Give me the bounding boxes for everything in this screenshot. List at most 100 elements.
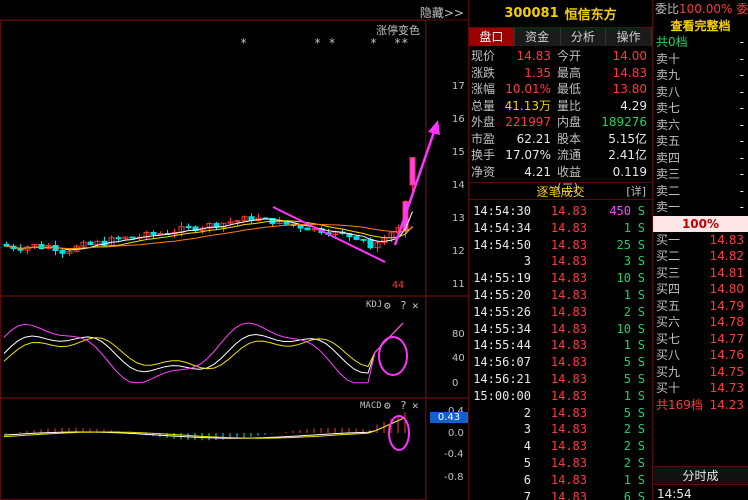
quote-value: 0.119 bbox=[612, 164, 647, 179]
close-icon[interactable]: ✕ bbox=[412, 299, 419, 312]
quote-value: 14.83 bbox=[612, 65, 647, 80]
sell-level-row[interactable]: 卖八 - bbox=[653, 84, 748, 101]
buy-level-row[interactable]: 买十 14.73 bbox=[653, 380, 748, 397]
buy-total-label: 共169档 bbox=[656, 397, 703, 412]
quote-value: 4.29 bbox=[620, 98, 647, 113]
sell-level-row[interactable]: 卖一 - bbox=[653, 199, 748, 216]
order-ratio-row: 委比 100.00% 委 bbox=[653, 0, 748, 18]
quote-label: 市盈 bbox=[471, 131, 496, 146]
buy-level-row[interactable]: 买五 14.79 bbox=[653, 298, 748, 315]
sell-level-row[interactable]: 卖三 - bbox=[653, 166, 748, 183]
trade-row: 14:54:50 14.83 25 S bbox=[469, 237, 652, 254]
trade-row: 14:55:34 14.83 10 S bbox=[469, 321, 652, 338]
buy-level-row[interactable]: 买六 14.78 bbox=[653, 314, 748, 331]
candle-body bbox=[87, 241, 94, 246]
trade-row: 14:55:19 14.83 10 S bbox=[469, 270, 652, 287]
sell-level-row[interactable]: 卖七 - bbox=[653, 100, 748, 117]
trade-side: S bbox=[637, 287, 645, 302]
trade-time: 5 bbox=[523, 455, 531, 470]
trade-price: 14.83 bbox=[550, 220, 587, 235]
trade-side: S bbox=[637, 304, 645, 319]
trade-price: 14.83 bbox=[550, 355, 587, 370]
time-sales-tab[interactable]: 分时成 bbox=[653, 466, 748, 484]
sell-level-row[interactable]: 卖九 - bbox=[653, 67, 748, 84]
tab-operation[interactable]: 操作 bbox=[606, 28, 652, 46]
signal-star: * * bbox=[314, 36, 336, 50]
buy-level-row[interactable]: 买四 14.80 bbox=[653, 281, 748, 298]
buy-level-price: 14.79 bbox=[709, 298, 744, 313]
trade-row: 6 14.83 1 S bbox=[469, 472, 652, 489]
trade-price: 14.83 bbox=[550, 439, 587, 454]
full-depth-button[interactable]: 查看完整档 bbox=[653, 18, 748, 34]
signal-star: ** bbox=[394, 36, 409, 50]
quote-value: 14.83 bbox=[516, 49, 551, 63]
tab-analysis[interactable]: 分析 bbox=[560, 28, 607, 46]
sell-level-price: - bbox=[739, 84, 744, 99]
trades-detail-link[interactable]: [详] bbox=[626, 183, 646, 201]
kline-chart-canvas[interactable] bbox=[0, 0, 468, 500]
tab-orderbook[interactable]: 盘口 bbox=[469, 28, 515, 46]
quote-row: 市盈 62.21 股本 5.15亿 bbox=[471, 131, 650, 148]
trade-row: 14:55:20 14.83 1 S bbox=[469, 287, 652, 304]
quote-value: 10.01% bbox=[505, 82, 551, 96]
candle-body bbox=[115, 237, 122, 240]
close-icon[interactable]: ✕ bbox=[412, 399, 419, 412]
trade-volume: 1 bbox=[623, 287, 631, 302]
trade-row: 14:55:44 14.83 1 S bbox=[469, 337, 652, 354]
buy-level-label: 买六 bbox=[656, 315, 681, 329]
buy-level-row[interactable]: 买二 14.82 bbox=[653, 248, 748, 265]
trade-row: 4 14.83 2 S bbox=[469, 438, 652, 455]
hide-panel-button[interactable]: 隐藏>> bbox=[420, 4, 464, 21]
sell-total-label: 共0档 bbox=[656, 35, 688, 49]
sell-level-row[interactable]: 卖十 - bbox=[653, 51, 748, 68]
buy-level-row[interactable]: 买七 14.77 bbox=[653, 331, 748, 348]
candle-body bbox=[409, 157, 416, 186]
buy-level-row[interactable]: 买三 14.81 bbox=[653, 265, 748, 282]
sell-level-price: - bbox=[739, 150, 744, 165]
trade-row: 3 14.83 2 S bbox=[469, 421, 652, 438]
sell-level-row[interactable]: 卖六 - bbox=[653, 117, 748, 134]
kline-chart-area[interactable]: 隐藏>> 涨停变色 * * * * ** 17 16 15 14 13 12 1… bbox=[0, 0, 468, 500]
trade-price: 14.83 bbox=[550, 304, 587, 319]
buy-level-price: 14.77 bbox=[709, 331, 744, 346]
quote-label: 流通 bbox=[557, 148, 582, 162]
buy-level-row[interactable]: 买八 14.76 bbox=[653, 347, 748, 364]
quote-table: 现价 14.83 今开 14.00 涨跌 1.35 最高 14.83 涨幅 10.01% 最低 13.… bbox=[469, 46, 652, 195]
sell-level-price: - bbox=[739, 117, 744, 132]
trades-header: 逐笔成交 [详] bbox=[469, 182, 652, 200]
gear-icon[interactable]: ⚙ bbox=[384, 299, 391, 312]
buy-total-row: 共169档 14.23 bbox=[653, 397, 748, 414]
trade-time: 14:55:44 bbox=[473, 338, 531, 353]
buy-level-price: 14.83 bbox=[709, 232, 744, 247]
buy-level-row[interactable]: 买一 14.83 bbox=[653, 232, 748, 249]
help-icon[interactable]: ? bbox=[400, 299, 407, 312]
sell-level-label: 卖一 bbox=[656, 200, 681, 214]
buy-level-price: 14.81 bbox=[709, 265, 744, 280]
trade-volume: 2 bbox=[623, 422, 631, 437]
trade-time: 3 bbox=[523, 254, 531, 269]
stock-code: 300081 bbox=[504, 6, 559, 21]
trade-row: 14:56:21 14.83 5 S bbox=[469, 371, 652, 388]
quote-label: 今开 bbox=[557, 49, 582, 63]
trade-row: 7 14.83 6 S bbox=[469, 489, 652, 500]
gear-icon[interactable]: ⚙ bbox=[384, 399, 391, 412]
kdj-label: KDJ bbox=[366, 300, 383, 310]
trade-volume: 2 bbox=[623, 455, 631, 470]
trade-side: S bbox=[637, 439, 645, 454]
signal-star: * bbox=[370, 36, 378, 50]
trade-volume: 6 bbox=[623, 489, 631, 500]
trade-time: 6 bbox=[523, 472, 531, 487]
sell-level-row[interactable]: 卖四 - bbox=[653, 150, 748, 167]
macd-dea-line bbox=[3, 417, 404, 439]
buy-level-row[interactable]: 买九 14.75 bbox=[653, 364, 748, 381]
sell-level-row[interactable]: 卖五 - bbox=[653, 133, 748, 150]
buy-level-price: 14.73 bbox=[709, 381, 744, 395]
trade-volume: 10 bbox=[616, 321, 631, 336]
help-icon[interactable]: ? bbox=[400, 399, 407, 412]
trade-time: 14:56:07 bbox=[473, 355, 531, 370]
sell-level-row[interactable]: 卖二 - bbox=[653, 183, 748, 200]
tab-funds[interactable]: 资金 bbox=[514, 28, 561, 46]
macd-current-value: 0.43 bbox=[430, 412, 468, 423]
trades-list[interactable]: 14:54:30 14.83 450 S 14:54:34 14.83 1 S 14:54:50… bbox=[469, 200, 652, 500]
sell-level-price: - bbox=[739, 101, 744, 115]
